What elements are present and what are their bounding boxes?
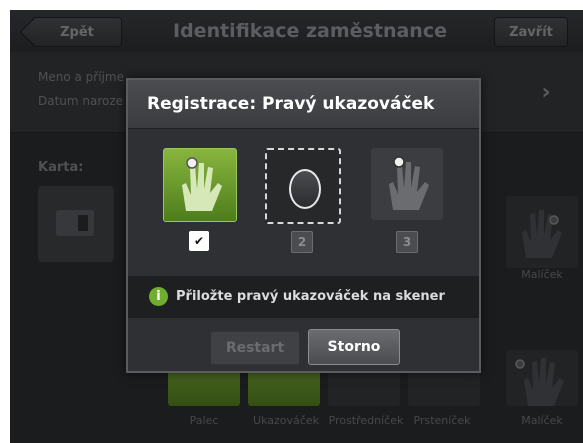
instruction-text: Přiložte pravý ukazováček na skener bbox=[176, 289, 445, 304]
instruction-bar: i Přiložte pravý ukazováček na skener bbox=[128, 276, 479, 318]
app-screen: Zpět Identifikace zaměstnance Zavřít Men… bbox=[10, 10, 583, 443]
scan-step-2 bbox=[265, 148, 341, 224]
dialog-header: Registrace: Pravý ukazováček bbox=[128, 80, 479, 129]
step-1-check-icon: ✔ bbox=[189, 231, 209, 251]
cancel-button[interactable]: Storno bbox=[308, 329, 400, 365]
info-icon: i bbox=[149, 287, 168, 306]
scan-step-3 bbox=[371, 148, 443, 220]
registration-dialog: Registrace: Pravý ukazováček ✔ 2 3 i Při… bbox=[126, 78, 481, 373]
restart-button[interactable]: Restart bbox=[210, 331, 300, 365]
step-2-badge: 2 bbox=[291, 231, 313, 253]
dialog-title: Registrace: Pravý ukazováček bbox=[147, 94, 435, 114]
hand-icon bbox=[389, 156, 429, 210]
fingerprint-oval-icon bbox=[289, 169, 321, 209]
hand-icon bbox=[182, 157, 222, 211]
step-3-badge: 3 bbox=[396, 231, 418, 253]
scan-step-1 bbox=[163, 148, 237, 222]
